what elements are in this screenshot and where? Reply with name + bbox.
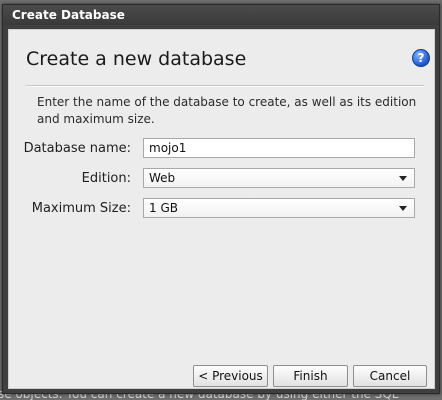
heading-divider	[26, 85, 424, 87]
cancel-button[interactable]: Cancel	[353, 365, 427, 387]
create-database-dialog: Create Database Create a new database ? …	[2, 4, 440, 394]
maximum-size-value: 1 GB	[149, 201, 178, 215]
database-name-label: Database name:	[23, 141, 131, 156]
dialog-title: Create Database	[12, 8, 125, 22]
dialog-titlebar[interactable]: Create Database	[3, 5, 439, 25]
page-heading: Create a new database	[26, 48, 247, 70]
maximum-size-select[interactable]: 1 GB	[143, 198, 415, 218]
instructions-text: Enter the name of the database to create…	[37, 95, 417, 126]
dialog-body: Create a new database ? Enter the name o…	[8, 29, 435, 389]
previous-button[interactable]: < Previous	[193, 365, 268, 387]
maximum-size-label: Maximum Size:	[31, 201, 131, 216]
edition-label: Edition:	[81, 171, 131, 186]
edition-select[interactable]: Web	[143, 168, 415, 188]
database-name-value: mojo1	[149, 141, 187, 155]
chevron-down-icon	[399, 176, 407, 181]
finish-button[interactable]: Finish	[273, 365, 348, 387]
help-icon[interactable]: ?	[412, 49, 430, 67]
chevron-down-icon	[399, 206, 407, 211]
help-icon-glyph: ?	[417, 51, 425, 65]
edition-value: Web	[149, 171, 176, 185]
database-name-input[interactable]: mojo1	[143, 138, 415, 158]
